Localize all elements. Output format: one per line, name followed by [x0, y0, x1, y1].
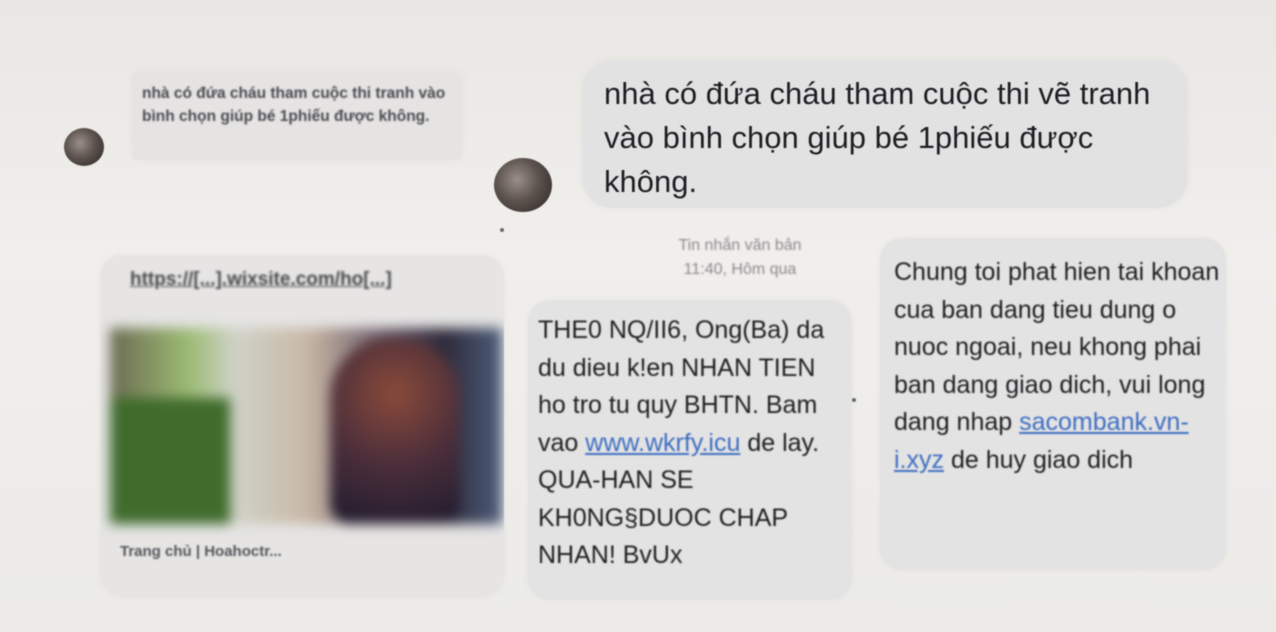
sms-text-bank-part2: de huy giao dich	[944, 445, 1134, 474]
sms-bubble-scam-bhtn[interactable]: THE0 NQ/II6, Ong(Ba) da du dieu k!en NHA…	[528, 300, 852, 600]
message-bubble-small[interactable]: nhà có đứa cháu tham cuộc thi tranh vào …	[132, 72, 462, 160]
message-text-small: nhà có đứa cháu tham cuộc thi tranh vào …	[142, 85, 446, 125]
message-timestamp: Tin nhắn văn bản 11:40, Hôm qua	[640, 234, 840, 282]
image-grass-region	[110, 398, 230, 524]
contact-avatar-small[interactable]	[64, 128, 104, 166]
message-time-label: 11:40, Hôm qua	[683, 261, 797, 278]
link-preview-title: Trang chủ | Hoahoctr...	[120, 543, 282, 560]
sms-text-bank: Chung toi phat hien tai khoan cua ban da…	[894, 254, 1224, 479]
message-thread: nhà có đứa cháu tham cuộc thi tranh vào …	[0, 0, 1276, 632]
screen-speck	[500, 228, 504, 232]
contact-avatar-large[interactable]	[494, 158, 552, 212]
message-type-label: Tin nhắn văn bản	[678, 237, 802, 254]
image-blurred-person	[330, 338, 460, 524]
sms-link-wkrfy[interactable]: www.wkrfy.icu	[585, 429, 740, 457]
message-text-large: nhà có đứa cháu tham cuộc thi vẽ tranh v…	[604, 76, 1151, 199]
link-preview-card[interactable]: https://[...].wixsite.com/ho[...] Trang …	[100, 255, 504, 597]
sms-text-bhtn: THE0 NQ/II6, Ong(Ba) da du dieu k!en NHA…	[538, 312, 848, 575]
screen-speck	[852, 398, 856, 402]
message-bubble-large[interactable]: nhà có đứa cháu tham cuộc thi vẽ tranh v…	[582, 60, 1188, 208]
link-preview-url[interactable]: https://[...].wixsite.com/ho[...]	[130, 267, 490, 293]
sms-bubble-scam-bank[interactable]: Chung toi phat hien tai khoan cua ban da…	[880, 238, 1226, 570]
link-preview-image	[110, 328, 502, 524]
